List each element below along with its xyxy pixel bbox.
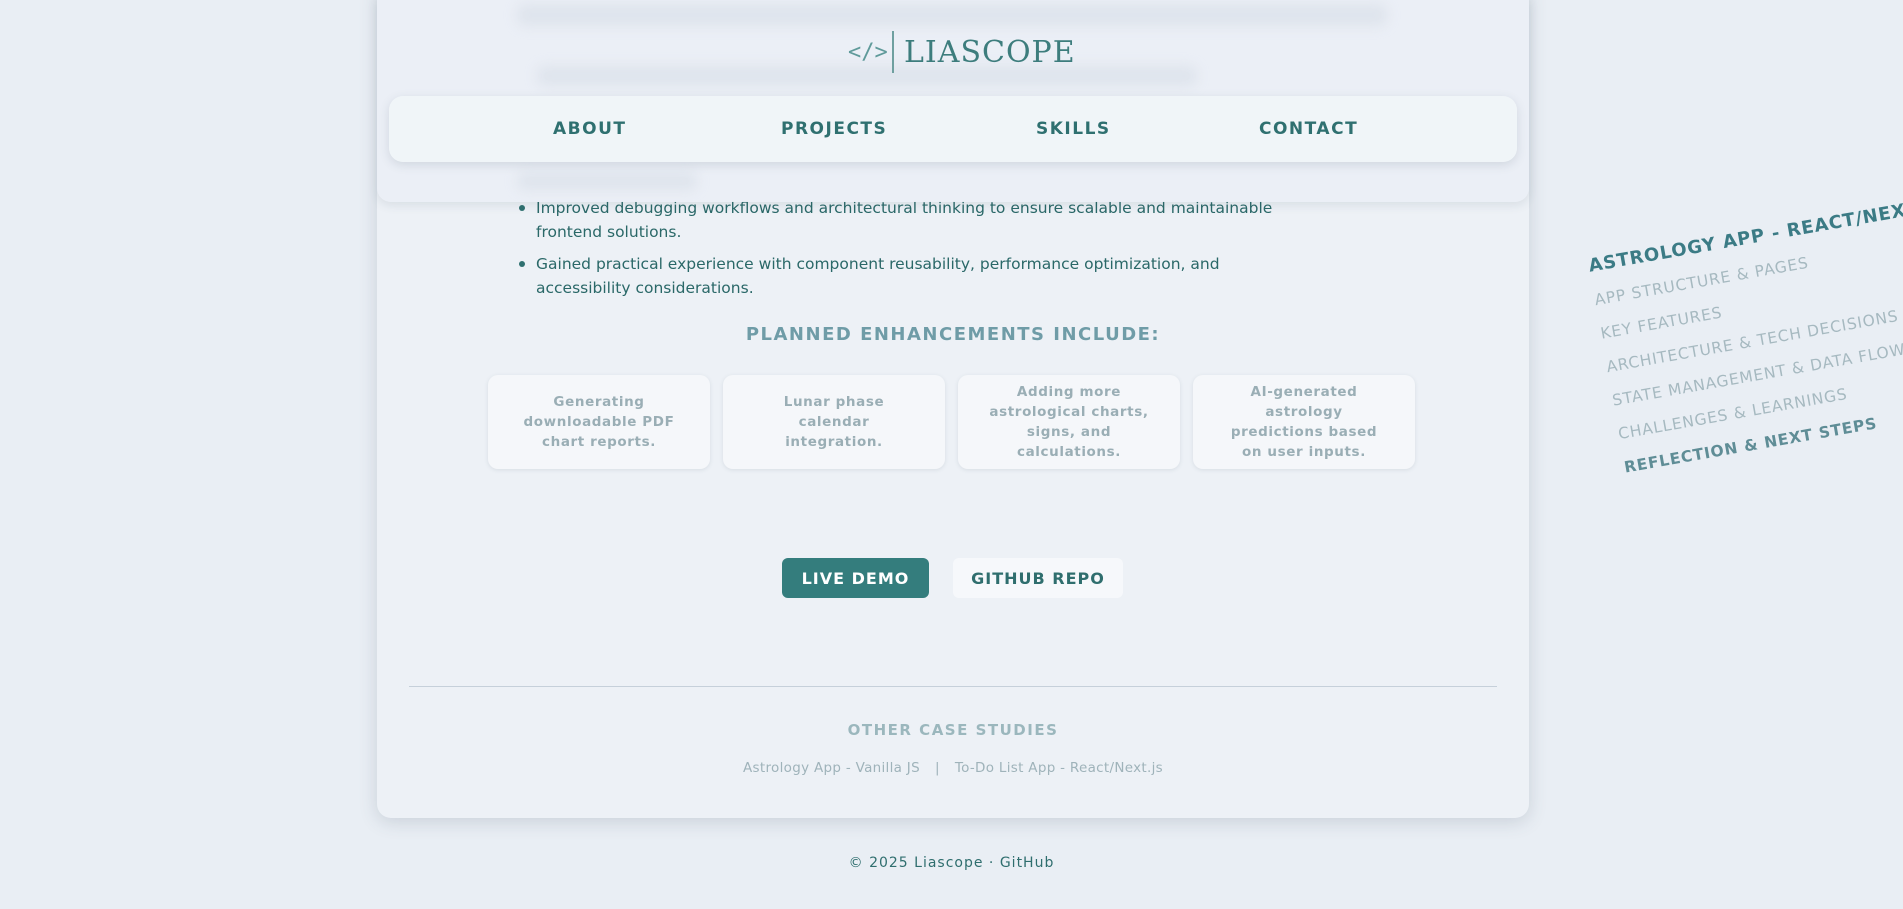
enhancement-card-lunar-calendar: Lunar phase calendar integration. (723, 375, 945, 469)
github-repo-button[interactable]: GITHUB REPO (953, 558, 1123, 598)
enhancement-card-ai-predictions: AI-generated astrology predictions based… (1193, 375, 1415, 469)
case-study-link-todo-react[interactable]: To-Do List App - React/Next.js (955, 760, 1163, 776)
list-item: Improved debugging workflows and archite… (517, 196, 1317, 244)
table-of-contents: ASTROLOGY APP - REACT/NEXT.JS APP STRUCT… (1587, 193, 1903, 492)
nav-item-contact[interactable]: CONTACT (1259, 96, 1358, 162)
blurred-content (517, 4, 1387, 26)
code-icon: </> (848, 39, 888, 65)
nav-item-projects[interactable]: PROJECTS (781, 96, 887, 162)
list-item: Gained practical experience with compone… (517, 252, 1317, 300)
learnings-list: Improved debugging workflows and archite… (517, 196, 1317, 308)
nav-item-skills[interactable]: SKILLS (1036, 96, 1111, 162)
logo-divider (892, 31, 894, 73)
link-separator: | (934, 760, 940, 776)
enhancements-heading: PLANNED ENHANCEMENTS INCLUDE: (745, 324, 1161, 345)
enhancement-card-more-charts: Adding more astrological charts, signs, … (958, 375, 1180, 469)
nav-item-about[interactable]: ABOUT (553, 96, 626, 162)
blurred-content (517, 172, 697, 190)
other-case-studies-links: Astrology App - Vanilla JS | To-Do List … (377, 760, 1529, 776)
other-case-studies-title: OTHER CASE STUDIES (847, 721, 1059, 739)
divider (409, 686, 1497, 687)
site-logo[interactable]: </> LIASCOPE (848, 30, 1076, 74)
live-demo-button[interactable]: LIVE DEMO (782, 558, 929, 598)
logo-text: LIASCOPE (904, 34, 1076, 70)
enhancement-card-pdf-reports: Generating downloadable PDF chart report… (488, 375, 710, 469)
main-nav: ABOUT PROJECTS SKILLS CONTACT (389, 96, 1517, 162)
page-footer: © 2025 Liascope · GitHub (848, 855, 1055, 871)
case-study-link-astrology-vanilla[interactable]: Astrology App - Vanilla JS (743, 760, 920, 776)
